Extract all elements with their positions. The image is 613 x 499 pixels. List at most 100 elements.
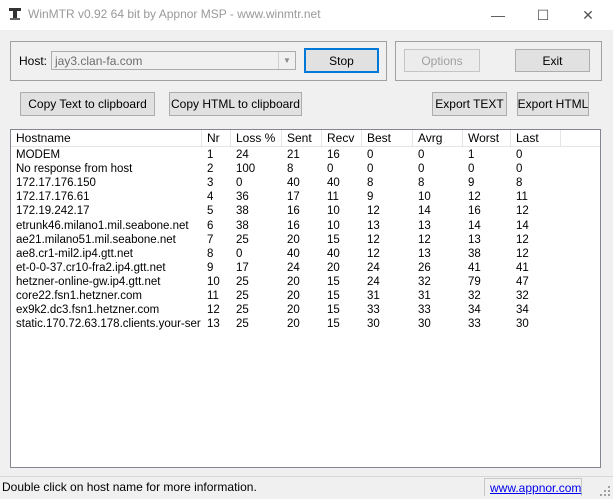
stat-cell: 32 [516,290,529,302]
table-row[interactable]: etrunk46.milano1.mil.seabone.net 6 38 16 10 1… [11,219,600,233]
stat-cell: 2 [207,163,214,176]
stat-cell: 9 [367,191,374,204]
app-icon [9,8,21,20]
stat-cell: 16 [327,149,340,161]
options-button[interactable]: Options [404,49,480,72]
chevron-down-icon: ▼ [283,56,291,65]
table-row[interactable]: hetzner-online-gw.ip4.gtt.net 10 25 20 15 24 3… [11,275,600,289]
stat-cell: 10 [418,191,431,204]
table-row[interactable]: static.170.72.63.178.clients.your-ser...… [11,317,600,331]
table-header: Hostname Nr Loss % Sent Recv Best Avrg Worst Las… [11,130,600,147]
hostname-cell[interactable]: etrunk46.milano1.mil.seabone.net [16,219,201,233]
copy-html-button[interactable]: Copy HTML to clipboard [169,92,302,116]
appnor-link-pane: www.appnor.com [484,478,582,496]
hostname-cell[interactable]: MODEM [16,148,201,162]
stat-cell: 21 [287,149,300,161]
stat-cell: 31 [367,290,380,302]
stat-cell: 11 [516,191,528,204]
maximize-button[interactable]: ☐ [520,0,566,30]
stat-cell: 33 [418,304,431,317]
resize-grip-icon[interactable] [599,485,611,497]
hostname-cell[interactable]: core22.fsn1.hetzner.com [16,289,201,303]
stat-cell: 34 [516,304,529,317]
hostname-cell[interactable]: ex9k2.dc3.fsn1.hetzner.com [16,303,201,317]
table-row[interactable]: 172.17.176.150 3 0 40 40 8 8 9 8 [11,176,600,190]
table-row[interactable]: 172.17.176.61 4 36 17 11 9 10 12 11 [11,190,600,204]
stat-cell: 12 [207,304,220,317]
maximize-icon: ☐ [536,6,550,23]
stat-cell: 26 [418,261,431,274]
stat-cell: 8 [367,177,374,190]
export-text-button[interactable]: Export TEXT [432,92,507,116]
stat-cell: 31 [418,290,431,302]
stat-cell: 30 [516,318,529,331]
stat-cell: 24 [236,149,249,161]
close-button[interactable]: ✕ [565,0,611,30]
results-table[interactable]: Hostname Nr Loss % Sent Recv Best Avrg Worst Las… [10,129,601,468]
stat-cell: 25 [236,318,249,331]
stop-button[interactable]: Stop [304,48,379,73]
stat-cell: 14 [468,219,481,232]
stat-cell: 20 [327,261,340,274]
table-row[interactable]: ae21.milano51.mil.seabone.net 7 25 20 15 12 12… [11,233,600,247]
stat-cell: 13 [207,318,220,331]
column-header[interactable]: Last [511,130,561,147]
hostname-cell[interactable]: static.170.72.63.178.clients.your-ser... [16,317,201,331]
host-combobox[interactable]: jay3.clan-fa.com ▼ [51,51,296,70]
hostname-cell[interactable]: ae8.cr1-mil2.ip4.gtt.net [16,247,201,261]
stat-cell: 41 [516,261,529,274]
table-row[interactable]: MODEM 1 24 21 16 0 0 1 0 [11,148,600,162]
hostname-cell[interactable]: 172.17.176.150 [16,176,201,190]
stat-cell: 16 [468,205,481,218]
table-row[interactable]: ex9k2.dc3.fsn1.hetzner.com 12 25 20 15 33 33 34… [11,303,600,317]
table-row[interactable]: core22.fsn1.hetzner.com 11 25 20 15 31 31 32 32 [11,289,600,303]
hostname-cell[interactable]: et-0-0-37.cr10-fra2.ip4.gtt.net [16,261,201,275]
exit-button[interactable]: Exit [515,49,590,72]
stat-cell: 13 [418,247,431,260]
stat-cell: 15 [327,290,340,302]
stat-cell: 25 [236,275,249,288]
stat-cell: 34 [468,304,481,317]
hostname-cell[interactable]: hetzner-online-gw.ip4.gtt.net [16,275,201,289]
close-icon: ✕ [582,6,594,23]
stat-cell: 0 [516,149,523,161]
hostname-cell[interactable]: 172.19.242.17 [16,204,201,218]
stat-cell: 24 [287,261,300,274]
column-header[interactable]: Loss % [231,130,282,147]
host-label: Host: [19,54,48,68]
column-header[interactable]: Worst [463,130,511,147]
host-input[interactable]: jay3.clan-fa.com [55,54,142,68]
stat-cell: 12 [516,247,529,260]
stat-cell: 25 [236,290,249,302]
copy-text-button[interactable]: Copy Text to clipboard [20,92,155,116]
dropdown-arrow[interactable]: ▼ [278,52,295,69]
table-row[interactable]: 172.19.242.17 5 38 16 10 12 14 16 12 [11,204,600,218]
stat-cell: 38 [236,219,249,232]
column-header[interactable]: Recv [322,130,362,147]
hostname-cell[interactable]: 172.17.176.61 [16,190,201,204]
stat-cell: 8 [516,177,523,190]
table-row[interactable]: No response from host 2 100 8 0 0 0 0 0 [11,162,600,176]
table-row[interactable]: ae8.cr1-mil2.ip4.gtt.net 8 0 40 40 12 13 38 12 [11,247,600,261]
export-html-button[interactable]: Export HTML [517,92,589,116]
column-header[interactable]: Nr [202,130,231,147]
stat-cell: 38 [236,205,249,218]
table-row[interactable]: et-0-0-37.cr10-fra2.ip4.gtt.net 9 17 24 20 24… [11,261,600,275]
column-header[interactable]: Avrg [413,130,463,147]
appnor-link[interactable]: www.appnor.com [490,481,581,495]
stat-cell: 7 [207,233,214,246]
stat-cell: 11 [207,290,219,302]
title-bar: WinMTR v0.92 64 bit by Appnor MSP - www.… [0,0,613,30]
stat-cell: 0 [418,163,425,176]
column-header[interactable]: Best [362,130,413,147]
stat-cell: 24 [367,275,380,288]
stat-cell: 15 [327,318,340,331]
stat-cell: 12 [367,205,380,218]
stat-cell: 8 [418,177,425,190]
column-header[interactable]: Hostname [11,130,202,147]
hostname-cell[interactable]: ae21.milano51.mil.seabone.net [16,233,201,247]
hostname-cell[interactable]: No response from host [16,162,201,176]
stat-cell: 32 [468,290,481,302]
minimize-button[interactable]: — [475,0,521,30]
column-header[interactable]: Sent [282,130,322,147]
